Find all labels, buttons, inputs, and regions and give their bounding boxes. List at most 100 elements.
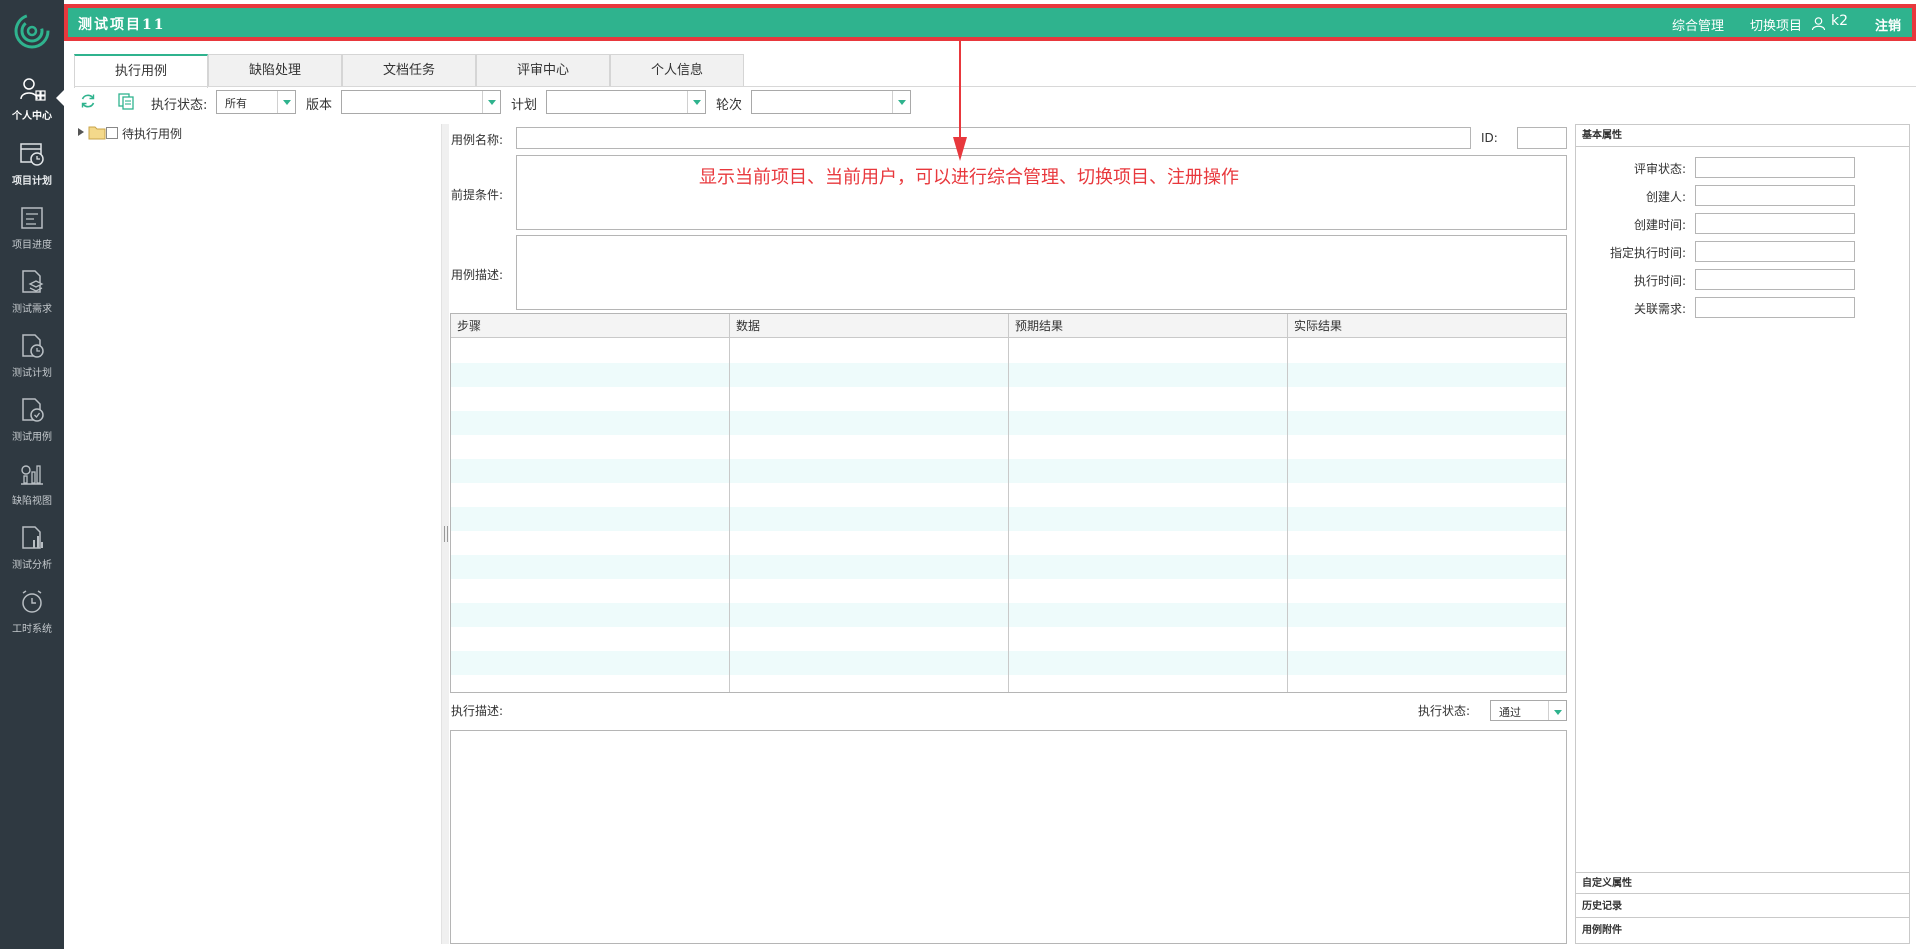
created-time-field[interactable] xyxy=(1695,213,1855,234)
creator-label: 创建人: xyxy=(1645,190,1686,204)
document-layers-icon xyxy=(22,270,44,293)
column-divider xyxy=(1008,314,1009,692)
sidebar-item-label: 缺陷视图 xyxy=(12,496,52,507)
scheduled-time-field[interactable] xyxy=(1695,241,1855,262)
switch-project-link[interactable]: 切换项目 xyxy=(1750,15,1802,34)
scheduled-time-label: 指定执行时间: xyxy=(1609,246,1686,260)
status-filter-label: 执行状态: xyxy=(151,98,208,113)
column-header-step[interactable]: 步骤 xyxy=(451,314,730,338)
tree-node-pending-cases[interactable]: 待执行用例 xyxy=(122,125,182,142)
refresh-icon[interactable] xyxy=(79,92,97,110)
sidebar-item-timesheet[interactable]: 工时系统 xyxy=(0,588,64,648)
logout-link[interactable]: 注销 xyxy=(1875,15,1901,34)
created-time-label: 创建时间: xyxy=(1633,218,1686,232)
sidebar-item-personal-center[interactable]: 个人中心 xyxy=(0,75,64,135)
linked-requirement-field[interactable] xyxy=(1695,297,1855,318)
tab-review-center[interactable]: 评审中心 xyxy=(476,54,610,86)
tab-personal-info[interactable]: 个人信息 xyxy=(610,54,744,86)
exec-time-label: 执行时间: xyxy=(1633,274,1686,288)
exec-status-value: 通过 xyxy=(1499,706,1521,719)
precondition-label: 前提条件: xyxy=(451,188,504,202)
review-status-label: 评审状态: xyxy=(1633,162,1686,176)
creator-field[interactable] xyxy=(1695,185,1855,206)
exec-desc-field[interactable] xyxy=(450,730,1567,944)
chevron-down-icon[interactable] xyxy=(1548,701,1566,720)
attachments-header[interactable]: 用例附件 xyxy=(1576,920,1909,942)
chevron-down-icon[interactable] xyxy=(277,91,295,113)
tab-document-tasks[interactable]: 文档任务 xyxy=(342,54,476,86)
sidebar-item-label: 测试分析 xyxy=(12,560,52,571)
description-label: 用例描述: xyxy=(451,268,504,282)
column-header-data[interactable]: 数据 xyxy=(730,314,1009,338)
basic-properties-header[interactable]: 基本属性 xyxy=(1576,125,1909,147)
exec-status-select[interactable]: 通过 xyxy=(1490,700,1567,721)
sidebar-item-label: 测试需求 xyxy=(12,304,52,315)
alarm-clock-icon xyxy=(22,590,42,613)
status-filter-select[interactable]: 所有 xyxy=(216,90,296,114)
document-clock-icon xyxy=(22,334,44,358)
progress-chart-icon xyxy=(21,207,43,229)
exec-status-label: 执行状态: xyxy=(1418,704,1471,718)
version-label: 版本 xyxy=(306,98,333,113)
column-divider xyxy=(729,314,730,692)
column-header-actual[interactable]: 实际结果 xyxy=(1288,314,1566,338)
chevron-down-icon[interactable] xyxy=(482,91,500,113)
history-header[interactable]: 历史记录 xyxy=(1576,896,1909,918)
case-name-field[interactable] xyxy=(516,127,1471,149)
active-nav-pointer xyxy=(56,90,64,106)
copy-document-icon[interactable] xyxy=(117,92,135,110)
tab-execute-cases[interactable]: 执行用例 xyxy=(74,54,208,88)
chevron-down-icon[interactable] xyxy=(687,91,705,113)
panel-splitter[interactable] xyxy=(441,124,449,944)
tree-checkbox[interactable] xyxy=(106,127,118,139)
manage-link[interactable]: 综合管理 xyxy=(1672,15,1724,34)
sidebar-item-label: 个人中心 xyxy=(12,111,52,122)
annotation-arrow-icon xyxy=(953,41,967,161)
status-filter-value: 所有 xyxy=(225,97,247,110)
sidebar-item-project-progress[interactable]: 项目进度 xyxy=(0,204,64,264)
chevron-down-icon[interactable] xyxy=(892,91,910,113)
user-icon xyxy=(1811,17,1826,31)
tree-expand-icon[interactable] xyxy=(78,128,84,136)
properties-panel: 基本属性 评审状态: 创建人: 创建时间: 指定执行时间: 执行时间: 关联需求… xyxy=(1575,124,1910,944)
id-field[interactable] xyxy=(1517,127,1567,149)
sidebar: 个人中心 项目计划 项目进度 测试需求 测试计划 测试用例 缺陷视图 测试分析 … xyxy=(0,0,64,949)
username[interactable]: k2 xyxy=(1831,13,1848,29)
bug-chart-icon xyxy=(21,465,43,485)
sidebar-item-label: 项目进度 xyxy=(12,240,52,251)
folder-icon xyxy=(88,126,106,140)
exec-desc-label: 执行描述: xyxy=(451,704,504,718)
tab-defect-handling[interactable]: 缺陷处理 xyxy=(208,54,342,86)
round-label: 轮次 xyxy=(716,98,743,113)
app-logo[interactable] xyxy=(13,12,51,50)
document-bar-chart-icon xyxy=(22,526,43,549)
plan-select[interactable] xyxy=(546,90,706,114)
description-field[interactable] xyxy=(516,235,1567,310)
plan-label: 计划 xyxy=(511,98,538,113)
column-header-expected[interactable]: 预期结果 xyxy=(1009,314,1288,338)
exec-time-field[interactable] xyxy=(1695,269,1855,290)
case-name-label: 用例名称: xyxy=(451,133,504,147)
sidebar-item-label: 测试用例 xyxy=(12,432,52,443)
review-status-field[interactable] xyxy=(1695,157,1855,178)
document-check-icon xyxy=(22,398,44,422)
sidebar-item-label: 工时系统 xyxy=(12,624,52,635)
annotation-text: 显示当前项目、当前用户，可以进行综合管理、切换项目、注册操作 xyxy=(699,167,1239,188)
linked-requirement-label: 关联需求: xyxy=(1633,302,1686,316)
sidebar-item-test-analysis[interactable]: 测试分析 xyxy=(0,524,64,584)
sidebar-item-project-plan[interactable]: 项目计划 xyxy=(0,140,64,200)
sidebar-item-defect-view[interactable]: 缺陷视图 xyxy=(0,460,64,520)
column-divider xyxy=(1287,314,1288,692)
sidebar-item-test-plan[interactable]: 测试计划 xyxy=(0,332,64,392)
sidebar-item-test-cases[interactable]: 测试用例 xyxy=(0,396,64,456)
calendar-clock-icon xyxy=(20,143,44,166)
user-grid-icon xyxy=(20,78,46,101)
version-select[interactable] xyxy=(341,90,501,114)
steps-table: 步骤 数据 预期结果 实际结果 xyxy=(450,313,1567,693)
tab-divider xyxy=(74,86,1916,87)
sidebar-item-test-requirements[interactable]: 测试需求 xyxy=(0,268,64,328)
sidebar-item-label: 测试计划 xyxy=(12,368,52,379)
round-select[interactable] xyxy=(751,90,911,114)
sidebar-item-label: 项目计划 xyxy=(12,176,52,187)
custom-properties-header[interactable]: 自定义属性 xyxy=(1576,872,1909,894)
